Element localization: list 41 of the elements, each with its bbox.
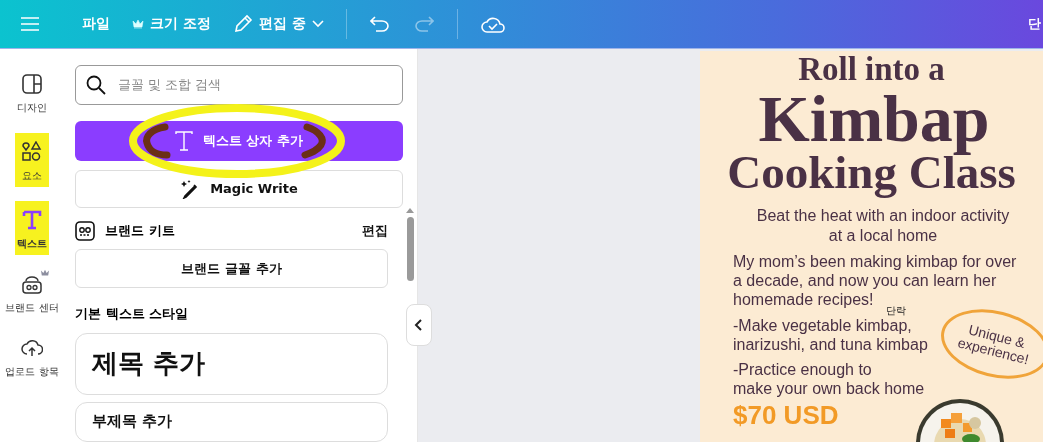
sidebar-tab[interactable]: 브랜드 센터 xyxy=(0,269,64,319)
collapse-panel-button[interactable] xyxy=(406,304,432,346)
cloud-check-icon xyxy=(480,15,505,33)
magic-write-button[interactable]: Magic Write xyxy=(75,169,403,209)
scroll-up-icon xyxy=(405,207,415,213)
undo-icon xyxy=(369,16,390,32)
sidebar-tab[interactable]: 업로드 항목 xyxy=(0,333,64,383)
element-type-label: 단락 xyxy=(886,304,906,318)
search-input[interactable]: 글꼴 및 조합 검색 xyxy=(116,76,392,94)
sidebar-tab[interactable]: 디자인 xyxy=(0,69,64,119)
chevron-down-icon xyxy=(311,20,324,28)
section-title: 브랜드 키트 xyxy=(105,222,176,241)
scrollbar-thumb[interactable] xyxy=(406,217,414,281)
edit-link[interactable]: 편집 xyxy=(362,222,388,241)
sidebar-tab[interactable]: 요소 xyxy=(15,133,49,187)
brand-kit-icon xyxy=(75,221,95,242)
add-brand-font-button[interactable]: 브랜드 글꼴 추가 xyxy=(75,249,388,288)
cloud-upload-icon xyxy=(21,337,43,359)
search-icon xyxy=(86,74,106,95)
layout-icon xyxy=(21,73,43,95)
chevron-left-icon xyxy=(414,319,424,331)
sidebar-tab[interactable]: 텍스트 xyxy=(15,201,49,255)
section-title: 기본 텍스트 스타일 xyxy=(75,305,190,323)
toolbar-label: 단 xyxy=(1028,15,1041,33)
poster-title: Roll into a xyxy=(797,53,946,86)
brand-kit-icon xyxy=(21,273,43,295)
redo-icon xyxy=(413,16,434,32)
pencil-icon xyxy=(232,14,253,34)
poster-subtitle: Beat the heat with an indoor activity at a local home xyxy=(755,206,1011,246)
poster-bullet: -Make vegetable kimbap, inarizushi, and tuna kimbap xyxy=(733,316,928,354)
poster-bullet: -Practice enough to make your own back home xyxy=(733,359,925,399)
crown-icon xyxy=(40,269,50,277)
poster-price: $70 USD xyxy=(733,400,839,432)
search-field[interactable]: 글꼴 및 조합 검색 xyxy=(75,65,403,105)
subheading-style-card[interactable]: 부제목 추가 xyxy=(75,402,388,442)
heading-style-card[interactable]: 제목 추가 xyxy=(75,333,388,395)
shapes-icon xyxy=(21,141,43,163)
crown-icon xyxy=(132,19,144,29)
text-icon xyxy=(21,209,43,231)
text-icon xyxy=(174,130,193,151)
menu-icon xyxy=(21,17,39,31)
